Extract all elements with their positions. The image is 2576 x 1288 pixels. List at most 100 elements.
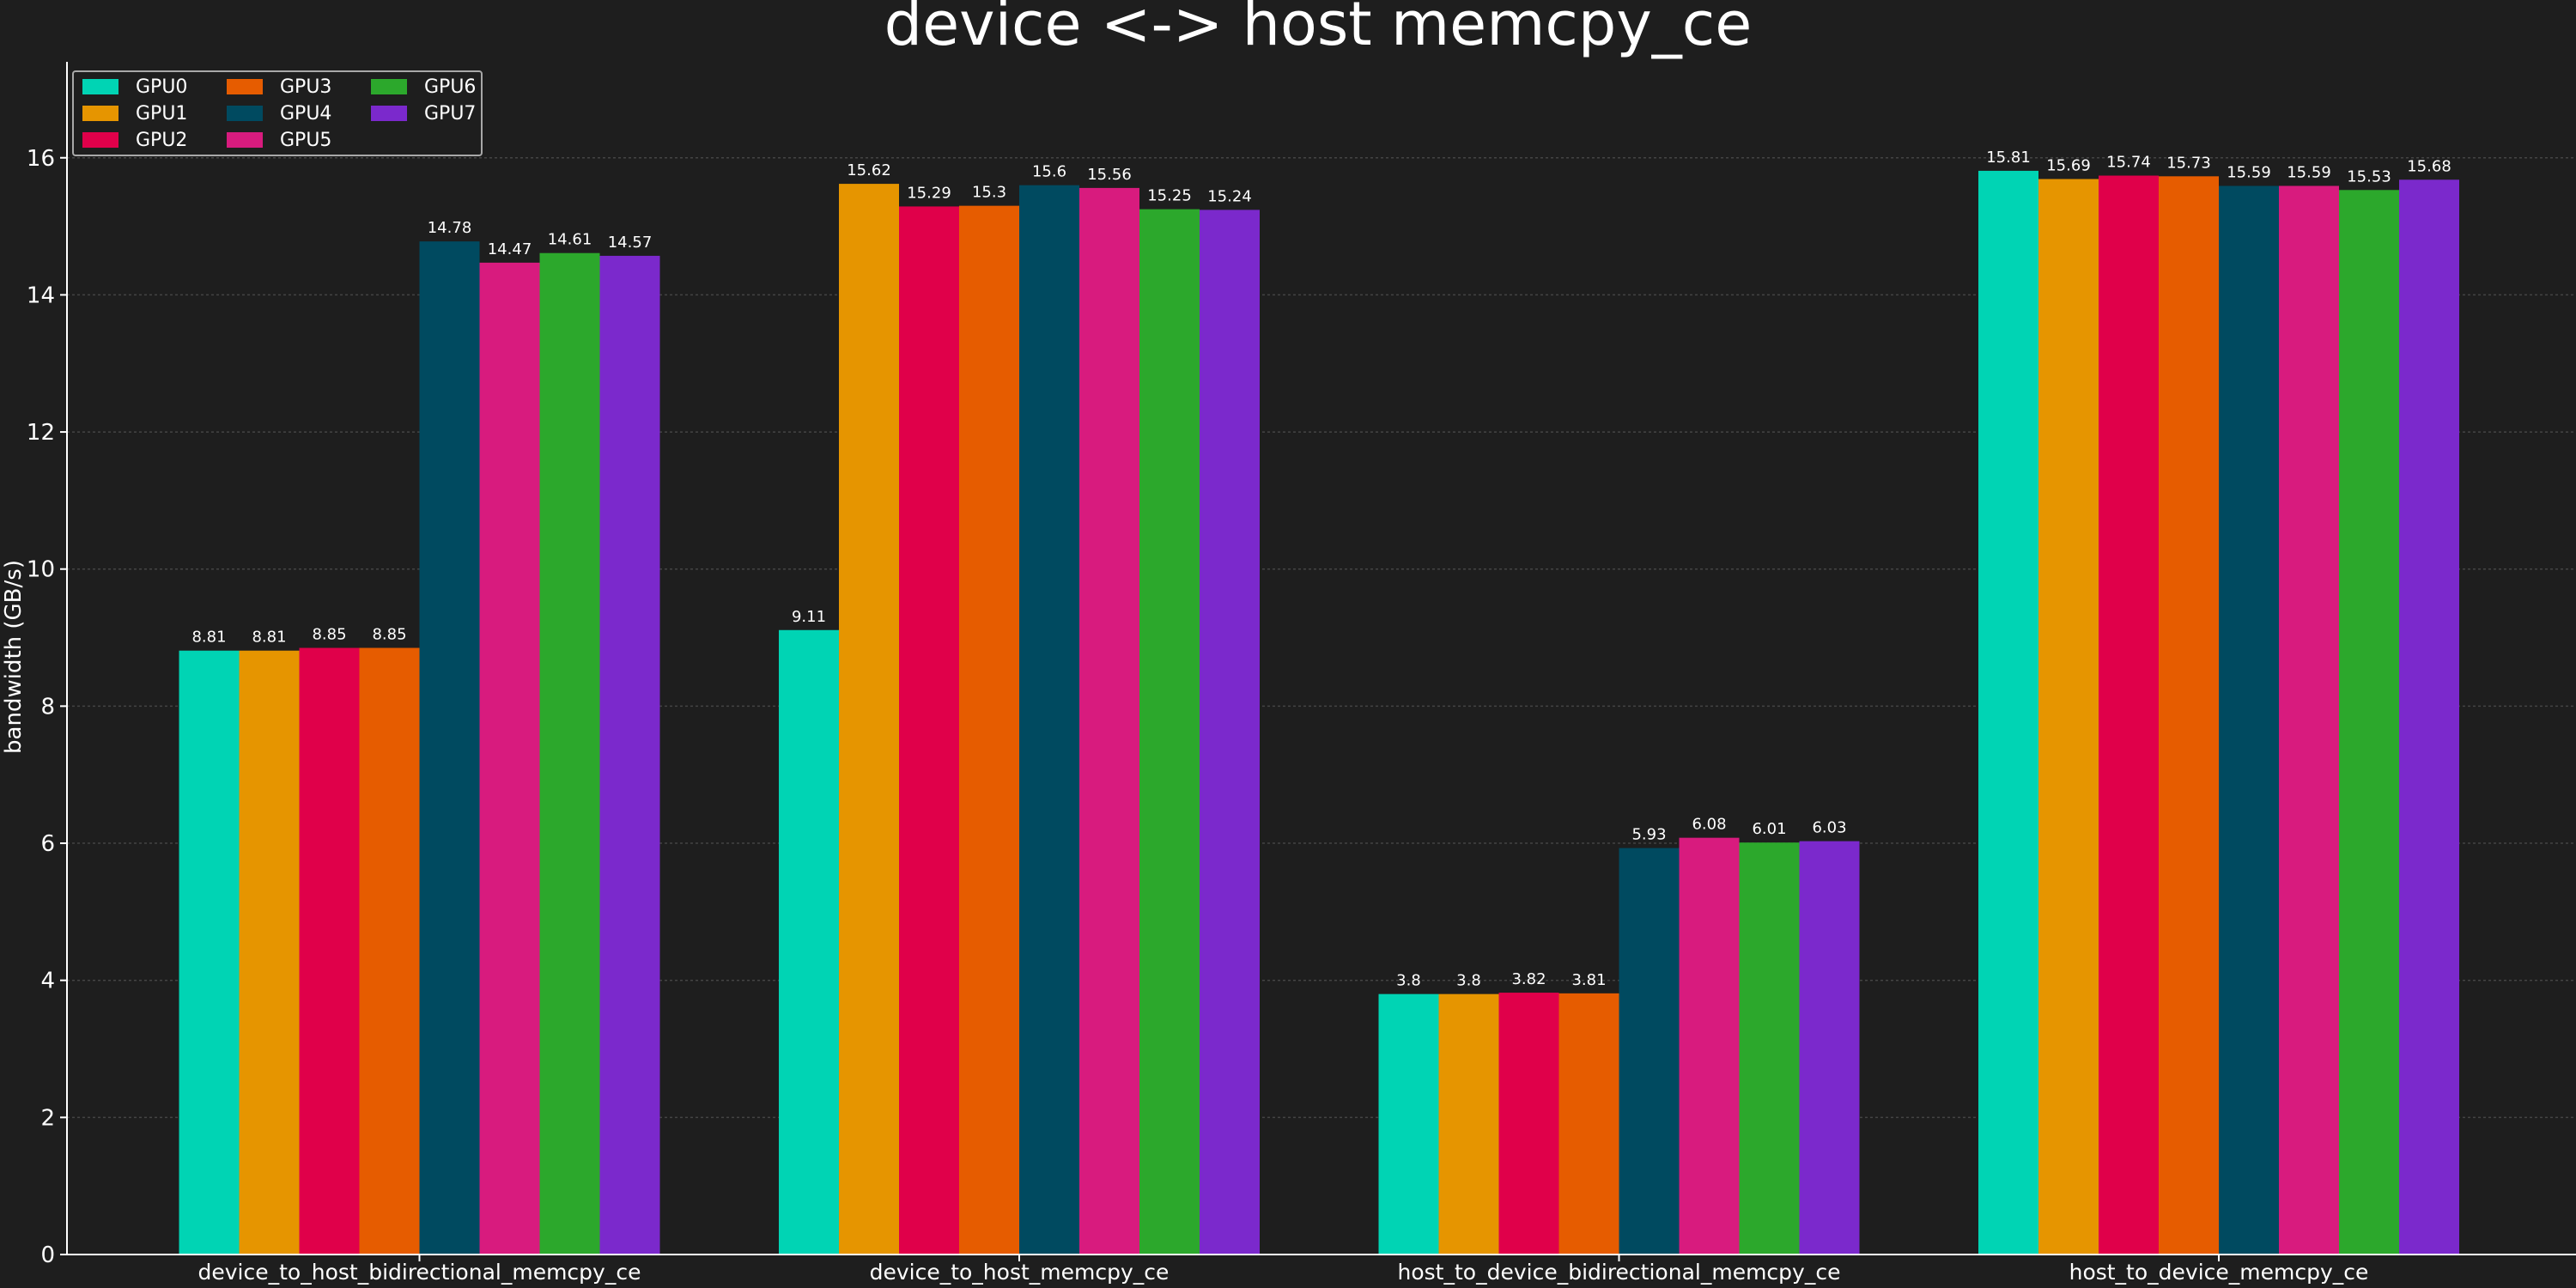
legend-label: GPU7 <box>424 102 477 125</box>
x-tick-label: host_to_device_bidirectional_memcpy_ce <box>1398 1260 1841 1285</box>
data-label: 3.8 <box>1456 972 1481 990</box>
data-label: 14.47 <box>488 240 532 258</box>
data-label: 9.11 <box>792 608 826 626</box>
bar-gpu2-2 <box>1498 993 1559 1255</box>
bar-chart: device <-> host memcpy_ce bandwidth (GB/… <box>1 0 2576 1285</box>
data-label: 15.53 <box>2347 167 2391 185</box>
bar-gpu1-2 <box>1438 993 1499 1255</box>
legend-label: GPU2 <box>136 129 188 151</box>
data-label: 3.82 <box>1511 970 1546 988</box>
data-label: 15.59 <box>2287 163 2331 181</box>
bar-gpu6-3 <box>2339 190 2399 1255</box>
legend-swatch <box>371 106 407 121</box>
legend-swatch <box>371 79 407 94</box>
y-tick-label: 8 <box>40 694 55 720</box>
data-label: 15.68 <box>2407 157 2451 175</box>
bar-gpu6-1 <box>1139 209 1200 1255</box>
data-label: 15.25 <box>1147 187 1192 205</box>
data-label: 6.08 <box>1692 816 1726 834</box>
data-label: 14.61 <box>548 231 592 249</box>
data-label: 8.81 <box>252 629 286 647</box>
bar-gpu2-3 <box>2099 175 2159 1255</box>
bar-gpu6-0 <box>539 252 600 1255</box>
bar-gpu4-1 <box>1019 185 1079 1255</box>
data-label: 8.85 <box>372 626 406 644</box>
legend-item-gpu1: GPU1 <box>82 100 187 126</box>
y-tick-label: 10 <box>27 557 55 583</box>
legend-label: GPU5 <box>280 129 332 151</box>
bar-gpu7-1 <box>1200 210 1260 1255</box>
data-label: 8.81 <box>191 629 226 647</box>
data-label: 15.62 <box>847 161 891 179</box>
bar-gpu0-2 <box>1378 993 1439 1255</box>
bar-gpu1-1 <box>839 184 899 1255</box>
legend: GPU0 GPU1 GPU2 GPU3 GPU4 GPU5 GPU6 GPU7 <box>72 70 483 156</box>
data-label: 14.57 <box>608 234 653 252</box>
bar-gpu2-1 <box>899 206 959 1255</box>
bar-gpu4-3 <box>2219 185 2279 1255</box>
x-tick-label: device_to_host_memcpy_ce <box>870 1260 1170 1285</box>
data-label: 3.81 <box>1571 971 1606 989</box>
data-label: 15.59 <box>2227 163 2271 181</box>
data-label: 15.74 <box>2106 154 2151 172</box>
chart-title: device <-> host memcpy_ce <box>884 0 1753 59</box>
legend-swatch <box>82 106 118 121</box>
bars <box>179 170 2459 1255</box>
legend-swatch <box>82 132 118 148</box>
legend-item-gpu3: GPU3 <box>227 74 331 100</box>
data-label: 8.85 <box>312 626 346 644</box>
data-label: 15.81 <box>1986 149 2031 167</box>
bar-gpu6-2 <box>1739 842 1800 1255</box>
legend-swatch <box>227 106 263 121</box>
y-tick-label: 12 <box>27 420 55 446</box>
data-label: 15.3 <box>972 184 1006 202</box>
data-label: 6.01 <box>1752 820 1786 838</box>
x-tick-label: host_to_device_memcpy_ce <box>2069 1260 2369 1285</box>
legend-item-gpu0: GPU0 <box>82 74 187 100</box>
legend-label: GPU0 <box>136 76 188 98</box>
bar-gpu7-0 <box>599 255 660 1255</box>
legend-label: GPU6 <box>424 76 477 98</box>
legend-item-gpu6: GPU6 <box>371 74 476 100</box>
bar-gpu3-0 <box>359 647 420 1255</box>
data-label: 6.03 <box>1812 819 1846 837</box>
legend-item-gpu4: GPU4 <box>227 100 331 126</box>
bar-gpu5-1 <box>1079 187 1139 1255</box>
legend-item-gpu2: GPU2 <box>82 127 187 153</box>
y-tick-label: 14 <box>27 283 55 308</box>
data-label: 15.24 <box>1207 187 1252 205</box>
y-tick-label: 16 <box>27 146 55 172</box>
bar-gpu5-3 <box>2279 185 2339 1255</box>
bar-gpu0-3 <box>1978 170 2038 1255</box>
bar-gpu4-0 <box>419 241 480 1255</box>
y-tick-label: 4 <box>40 969 55 994</box>
y-tick-label: 2 <box>40 1105 55 1131</box>
x-tick-label: device_to_host_bidirectional_memcpy_ce <box>198 1260 641 1285</box>
data-label: 15.73 <box>2166 154 2211 172</box>
legend-item-gpu7: GPU7 <box>371 100 476 126</box>
bar-gpu5-2 <box>1679 837 1740 1255</box>
bar-gpu0-0 <box>179 650 240 1255</box>
legend-swatch <box>227 79 263 94</box>
data-label: 5.93 <box>1631 826 1666 844</box>
y-tick-label: 0 <box>40 1242 55 1268</box>
y-tick-label: 6 <box>40 831 55 857</box>
data-label: 15.56 <box>1087 166 1132 184</box>
bar-gpu3-2 <box>1558 993 1619 1255</box>
legend-swatch <box>82 79 118 94</box>
bar-gpu2-0 <box>299 647 360 1255</box>
data-label: 15.69 <box>2046 157 2091 175</box>
bar-gpu3-1 <box>959 205 1019 1255</box>
bar-gpu7-3 <box>2399 179 2459 1255</box>
bar-gpu0-1 <box>779 629 839 1255</box>
data-label: 3.8 <box>1396 972 1421 990</box>
legend-label: GPU1 <box>136 102 188 125</box>
bar-gpu1-0 <box>239 650 300 1255</box>
legend-item-gpu5: GPU5 <box>227 127 331 153</box>
bar-gpu5-0 <box>479 262 540 1255</box>
legend-label: GPU4 <box>280 102 332 125</box>
bar-gpu4-2 <box>1619 848 1680 1255</box>
legend-label: GPU3 <box>280 76 332 98</box>
bar-gpu7-2 <box>1799 841 1860 1255</box>
data-label: 14.78 <box>428 219 472 237</box>
